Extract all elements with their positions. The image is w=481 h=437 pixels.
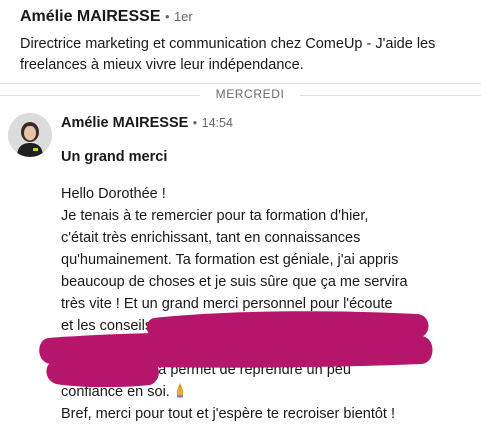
praying-hands-emoji-icon xyxy=(174,382,186,405)
header-separator: • xyxy=(164,9,170,24)
header-name-row: Amélie MAIRESSE • 1er xyxy=(20,8,193,26)
message-line: confiance en soi. xyxy=(61,384,170,400)
divider-line-right xyxy=(300,95,481,96)
divider-line-left xyxy=(0,95,200,96)
contact-name[interactable]: Amélie MAIRESSE xyxy=(20,8,160,25)
message-line: Je tenais à te remercier pour ta formati… xyxy=(61,208,369,224)
day-divider: MERCREDI xyxy=(0,86,481,104)
sender-name[interactable]: Amélie MAIRESSE xyxy=(61,115,188,131)
message-separator: • xyxy=(192,116,198,130)
message-time: 14:54 xyxy=(201,116,233,130)
message-subject: Un grand merci xyxy=(61,149,168,165)
message-line: et les conseils xyxy=(61,318,153,334)
message-line: Bref, merci pour tout et j'espère te rec… xyxy=(61,406,396,422)
message-line xyxy=(61,337,481,359)
contact-headline: Directrice marketing et communication ch… xyxy=(20,36,436,73)
message-line: Hello Dorothée ! xyxy=(61,186,166,202)
message-body: Hello Dorothée ! Je tenais à te remercie… xyxy=(61,183,481,425)
message-line: c'était très enrichissant, tant en conna… xyxy=(61,230,361,246)
message-line: très vite ! Et un grand merci personnel … xyxy=(61,296,393,312)
avatar[interactable] xyxy=(8,113,52,157)
message-line: beaucoup de choses et je suis sûre que ç… xyxy=(61,274,408,290)
connection-degree: 1er xyxy=(173,9,193,24)
message-line-with-emoji: confiance en soi. xyxy=(61,381,481,403)
avatar-photo xyxy=(8,113,52,157)
conversation-header: Amélie MAIRESSE • 1er Directrice marketi… xyxy=(0,0,481,84)
day-label: MERCREDI xyxy=(215,87,285,101)
message-line: ça permet de reprendre un peu xyxy=(151,362,351,378)
message-line: qu'humainement. Ta formation est géniale… xyxy=(61,252,399,268)
message-header: Amélie MAIRESSE • 14:54 xyxy=(61,114,233,132)
